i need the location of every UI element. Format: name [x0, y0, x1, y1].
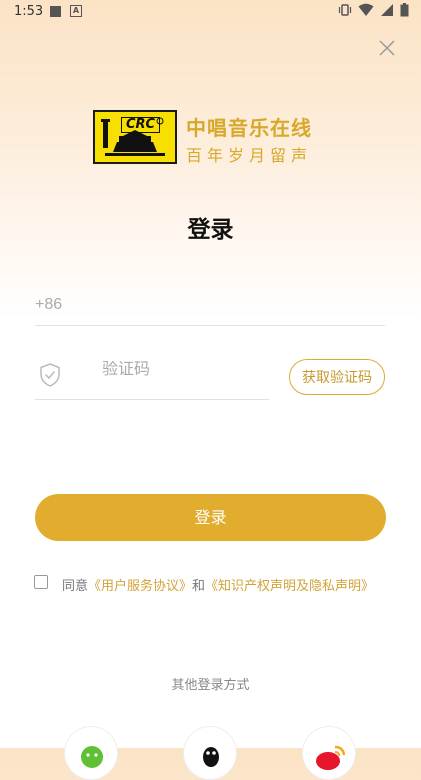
qq-icon — [203, 747, 219, 767]
close-icon[interactable] — [377, 38, 397, 58]
wifi-icon — [358, 3, 374, 16]
brand-slogan: 百年岁月留声 — [186, 146, 313, 165]
qq-login-button[interactable] — [183, 726, 237, 780]
signal-icon — [381, 4, 393, 16]
app-notification-icon: A — [70, 5, 82, 17]
agreement-prefix: 同意 — [62, 579, 89, 594]
crc-logo: CRC — [93, 110, 177, 164]
agree-checkbox[interactable] — [34, 575, 48, 589]
brand-name: 中唱音乐在线 — [186, 116, 312, 140]
shield-icon — [40, 363, 60, 387]
user-agreement-link[interactable]: 《用户服务协议》 — [88, 579, 192, 594]
agreement-text: 同意《用户服务协议》和《知识产权声明及隐私声明》 — [62, 575, 374, 594]
status-icons — [338, 3, 409, 17]
other-login-label: 其他登录方式 — [171, 678, 250, 693]
verification-code-input[interactable] — [102, 361, 262, 379]
get-code-button[interactable]: 获取验证码 — [289, 359, 385, 395]
wechat-login-button[interactable] — [64, 726, 118, 780]
privacy-statement-link[interactable]: 《知识产权声明及隐私声明》 — [205, 579, 374, 594]
wechat-icon — [81, 746, 103, 768]
phone-input[interactable] — [35, 285, 385, 326]
logo-emblem-icon — [101, 117, 165, 156]
page-title: 登录 — [187, 217, 234, 243]
vibrate-icon — [338, 4, 352, 16]
weibo-icon — [316, 745, 346, 770]
agreement-conj: 和 — [192, 579, 206, 594]
login-button[interactable]: 登录 — [35, 494, 386, 541]
verification-code-row — [35, 355, 269, 400]
battery-icon — [400, 3, 409, 17]
status-time: 1:53 — [14, 4, 44, 19]
weibo-login-button[interactable] — [302, 726, 356, 780]
notification-icon — [50, 6, 61, 17]
